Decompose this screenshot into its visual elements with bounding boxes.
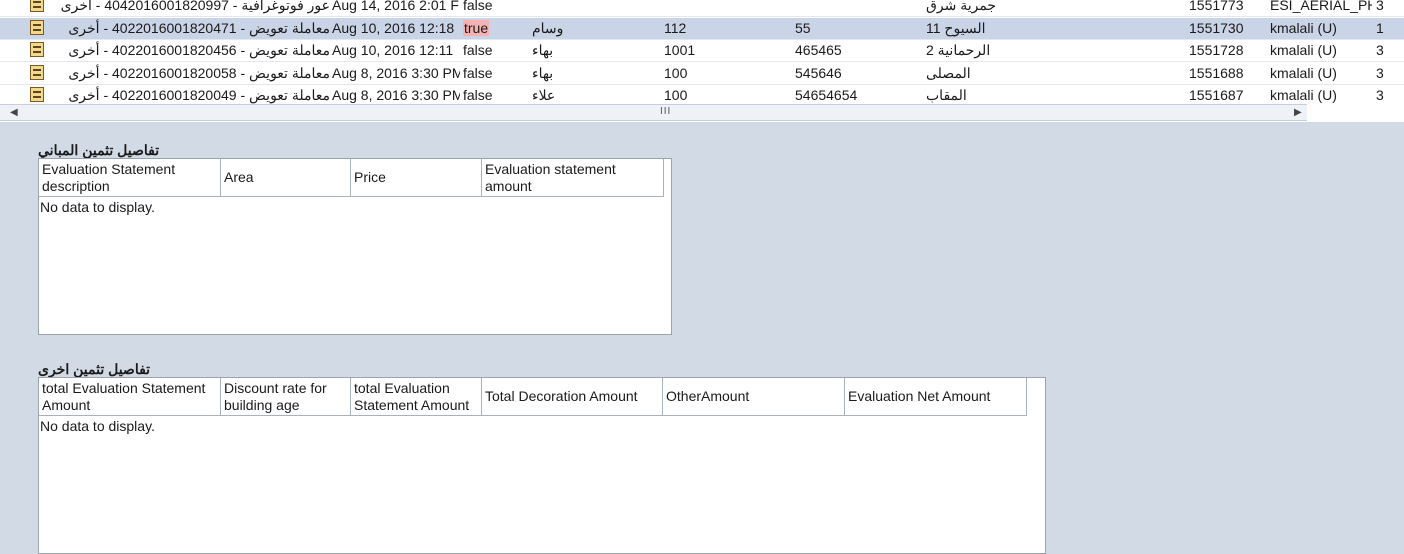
transaction-type-cell: معاملة تعويض - 4022016001820456 - أخرى	[68, 42, 330, 58]
other-section-title: تفاصيل تثمين اخرى	[38, 361, 151, 377]
count-cell: 1	[1376, 20, 1384, 36]
count-cell: 3	[1376, 42, 1384, 58]
document-list-icon[interactable]	[30, 63, 50, 85]
column-header[interactable]: Evaluation statement amount	[482, 159, 664, 197]
number-cell: 55	[795, 20, 811, 36]
name-cell: وسام	[532, 20, 564, 36]
column-header[interactable]: Discount rate for building age	[221, 378, 351, 416]
id-cell: 1551688	[1189, 65, 1244, 81]
scroll-right-icon[interactable]: ▶	[1294, 107, 1302, 118]
transaction-type-cell: عور فوتوغرافية - 4042016001820997 - أخرى	[60, 0, 330, 13]
buildings-section-title: تفاصيل تثمين المباني	[38, 142, 160, 158]
date-cell: Aug 8, 2016 3:30 PM	[332, 65, 460, 81]
id-cell: 1551728	[1189, 42, 1244, 58]
scroll-thumb[interactable]: III	[660, 106, 671, 117]
number-cell	[795, 0, 915, 17]
column-header[interactable]: OtherAmount	[663, 378, 845, 416]
scrollbar-corner	[1307, 104, 1404, 121]
number-cell	[664, 0, 784, 17]
number-cell: 545646	[795, 65, 842, 81]
transaction-type-cell: معاملة تعويض - 4022016001820471 - أخرى	[68, 20, 330, 36]
flag-cell: false	[463, 42, 493, 58]
area-cell: المصلى	[926, 65, 971, 81]
empty-message: No data to display.	[40, 418, 155, 434]
empty-message: No data to display.	[40, 199, 155, 215]
area-cell: جمرية شرق	[926, 0, 997, 13]
area-cell: الرحمانية 2	[926, 42, 991, 58]
other-evaluation-table: total Evaluation Statement Amount Discou…	[38, 377, 1046, 554]
column-header[interactable]: Evaluation Net Amount	[845, 378, 1027, 416]
horizontal-scrollbar[interactable]: ◀ III ▶	[0, 104, 1307, 121]
table-row[interactable]: معاملة تعويض - 4022016001820456 - أخرى A…	[0, 40, 1404, 62]
column-header[interactable]: Evaluation Statement description	[39, 159, 221, 197]
area-cell: السيوح 11	[926, 20, 986, 36]
name-cell: بهاء	[532, 65, 554, 81]
table-row[interactable]: معاملة تعويض - 4022016001820058 - أخرى A…	[0, 63, 1404, 85]
id-cell: 1551730	[1189, 20, 1244, 36]
number-cell: 465465	[795, 42, 842, 58]
flag-cell: true	[463, 20, 490, 36]
flag-cell: false	[463, 0, 493, 13]
document-list-icon[interactable]	[30, 40, 50, 62]
date-cell: Aug 10, 2016 12:11	[332, 42, 454, 58]
transaction-type-cell: معاملة تعويض - 4022016001820058 - أخرى	[68, 65, 330, 81]
count-cell: 3	[1376, 0, 1384, 13]
user-cell: kmalali (U)	[1270, 65, 1337, 81]
column-header[interactable]: Area	[221, 159, 351, 197]
name-cell: بهاء	[532, 42, 554, 58]
document-list-icon[interactable]	[30, 0, 50, 17]
date-cell: Aug 10, 2016 12:18	[332, 20, 455, 36]
flag-cell: false	[463, 65, 493, 81]
table-row[interactable]: عور فوتوغرافية - 4042016001820997 - أخرى…	[0, 0, 1404, 17]
name-cell	[532, 0, 632, 17]
id-cell: 1551773	[1189, 0, 1244, 13]
user-cell: ESI_AERIAL_PHO	[1270, 0, 1372, 13]
scroll-left-icon[interactable]: ◀	[10, 107, 18, 118]
number-cell: 1001	[664, 42, 696, 58]
table-row-selected[interactable]: معاملة تعويض - 4022016001820471 - أخرى A…	[0, 18, 1404, 40]
column-header[interactable]: Price	[351, 159, 482, 197]
results-grid: عور فوتوغرافية - 4042016001820997 - أخرى…	[0, 0, 1404, 122]
document-list-icon[interactable]	[30, 18, 50, 40]
number-cell: 112	[664, 20, 687, 36]
column-header[interactable]: total Evaluation Statement Amount	[39, 378, 221, 416]
user-cell: kmalali (U)	[1270, 42, 1337, 58]
count-cell: 3	[1376, 65, 1384, 81]
column-header[interactable]: total Evaluation Statement Amount	[351, 378, 482, 416]
user-cell: kmalali (U)	[1270, 20, 1337, 36]
column-header[interactable]: Total Decoration Amount	[482, 378, 663, 416]
buildings-evaluation-table: Evaluation Statement description Area Pr…	[38, 158, 672, 335]
number-cell: 100	[664, 65, 688, 81]
date-cell: Aug 14, 2016 2:01 F	[332, 0, 459, 13]
